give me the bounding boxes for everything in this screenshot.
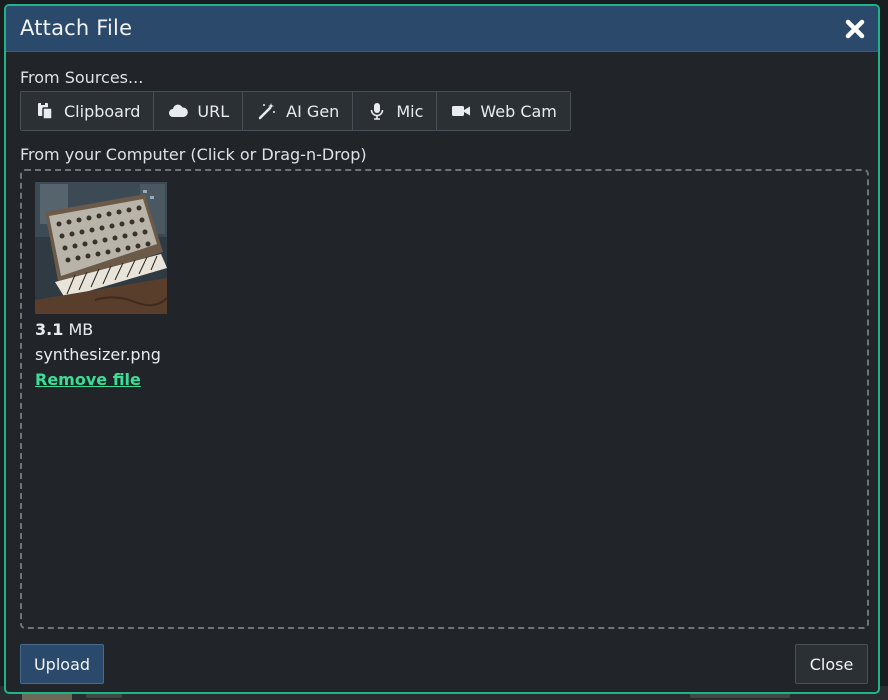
dialog-header: Attach File [6,6,878,52]
computer-upload-label: From your Computer (Click or Drag-n-Drop… [20,145,367,164]
file-preview-thumbnail [35,182,167,314]
sources-label: From Sources... [20,68,144,87]
file-name: synthesizer.png [35,345,161,364]
file-size-value: 3.1 [35,320,64,339]
clipboard-button-label: Clipboard [64,101,141,121]
clipboard-icon [35,102,55,120]
remove-file-link[interactable]: Remove file [35,370,141,389]
upload-button[interactable]: Upload [20,644,104,684]
ai-gen-button[interactable]: AI Gen [243,92,354,130]
web-cam-button[interactable]: Web Cam [437,92,570,130]
close-icon[interactable] [844,18,866,40]
file-size-unit: MB [68,320,94,339]
ai-gen-button-label: AI Gen [286,101,340,121]
magic-wand-icon [257,102,277,120]
mic-button[interactable]: Mic [353,92,438,130]
url-button[interactable]: URL [154,92,244,130]
web-cam-button-label: Web Cam [480,101,557,121]
mic-button-label: Mic [396,101,424,121]
dialog-title: Attach File [20,16,133,40]
cloud-icon [168,102,189,120]
attach-file-dialog: Attach File From Sources... Clipboard UR… [4,4,880,694]
close-button[interactable]: Close [795,644,868,684]
file-dropzone[interactable]: 3.1 MB synthesizer.png Remove file [20,169,869,629]
clipboard-button[interactable]: Clipboard [21,92,155,130]
url-button-label: URL [197,101,230,121]
microphone-icon [367,102,387,120]
file-size: 3.1 MB [35,320,93,339]
video-camera-icon [451,102,471,120]
source-button-group: Clipboard URL AI Gen Mic Web Cam [20,91,571,131]
